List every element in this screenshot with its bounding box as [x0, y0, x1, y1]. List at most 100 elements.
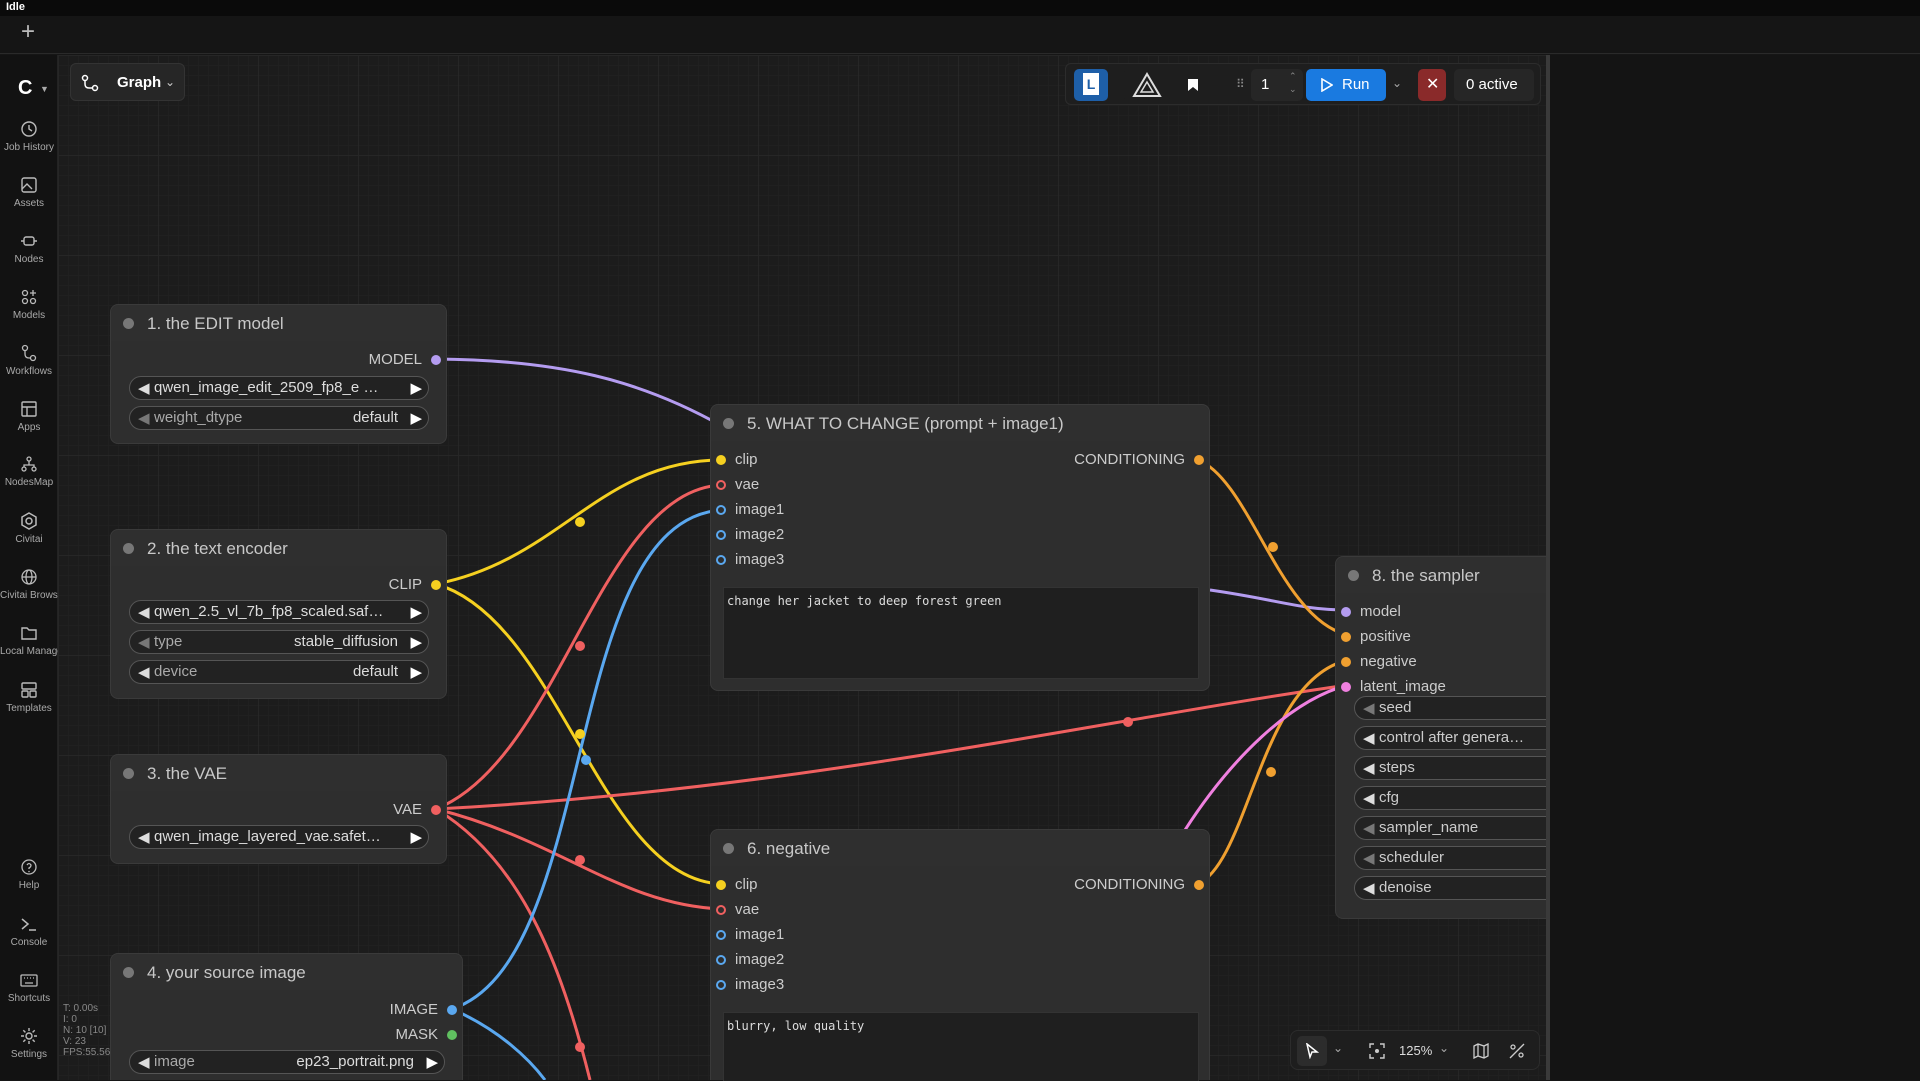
arrow-left-icon[interactable]: ◀: [1363, 789, 1375, 807]
output-slot-conditioning[interactable]: [1194, 880, 1204, 890]
arrow-left-icon[interactable]: ◀: [138, 633, 150, 651]
arrow-left-icon[interactable]: ◀: [138, 828, 150, 846]
node-vae[interactable]: 3. the VAE VAE ◀ qwen_image_layered_vae.s…: [110, 754, 447, 864]
input-slot-image1[interactable]: [716, 930, 726, 940]
node-source-image[interactable]: 4. your source image IMAGE MASK ◀ image ep…: [110, 953, 463, 1080]
triangle-button[interactable]: [1124, 69, 1170, 101]
input-slot-image2[interactable]: [716, 530, 726, 540]
node-edit-model[interactable]: 1. the EDIT model MODEL ◀ qwen_image_edit…: [110, 304, 447, 444]
collapse-dot[interactable]: [123, 543, 134, 554]
node-header[interactable]: 3. the VAE: [111, 755, 446, 791]
arrow-right-icon[interactable]: ▶: [410, 828, 422, 846]
minimap-icon[interactable]: [1473, 1043, 1489, 1059]
arrow-right-icon[interactable]: ▶: [410, 663, 422, 681]
arrow-left-icon[interactable]: ◀: [1363, 729, 1375, 747]
arrow-right-icon[interactable]: ▶: [410, 379, 422, 397]
graph-mode-button[interactable]: Graph ⌄: [70, 63, 185, 101]
output-slot-mask[interactable]: [447, 1030, 457, 1040]
arrow-right-icon[interactable]: ▶: [410, 633, 422, 651]
clip-name-combo[interactable]: ◀ qwen_2.5_vl_7b_fp8_scaled.saf… ▶: [129, 600, 429, 624]
arrow-left-icon[interactable]: ◀: [1363, 819, 1375, 837]
arrow-right-icon[interactable]: ▶: [410, 409, 422, 427]
arrow-left-icon[interactable]: ◀: [1363, 759, 1375, 777]
sidebar-item-assets[interactable]: Assets: [0, 176, 58, 226]
node-header[interactable]: 1. the EDIT model: [111, 305, 446, 341]
l-badge-button[interactable]: L: [1074, 69, 1108, 101]
link-midpoint[interactable]: [581, 755, 591, 765]
input-slot-negative[interactable]: [1341, 657, 1351, 667]
cancel-button[interactable]: ✕: [1418, 69, 1446, 101]
link-wire[interactable]: [435, 357, 723, 428]
sidebar-item-apps[interactable]: Apps: [0, 400, 58, 450]
link-midpoint[interactable]: [575, 729, 585, 739]
sidebar-item-templates[interactable]: Templates: [0, 681, 58, 731]
sidebar-item-job-history[interactable]: Job History: [0, 120, 58, 170]
sidebar-item-help[interactable]: Help: [0, 858, 58, 908]
link-wire[interactable]: [1209, 588, 1349, 612]
node-text-encoder[interactable]: 2. the text encoder CLIP ◀ qwen_2.5_vl_7b…: [110, 529, 447, 699]
collapse-dot[interactable]: [123, 318, 134, 329]
link-midpoint[interactable]: [1123, 717, 1133, 727]
arrow-right-icon[interactable]: ▶: [426, 1053, 438, 1071]
input-slot-image1[interactable]: [716, 505, 726, 515]
link-midpoint[interactable]: [575, 641, 585, 651]
input-slot-clip[interactable]: [716, 880, 726, 890]
output-slot-clip[interactable]: [431, 580, 441, 590]
chevron-down-icon[interactable]: ⌄: [1333, 1041, 1343, 1055]
sidebar-item-console[interactable]: Console: [0, 915, 58, 965]
link-midpoint[interactable]: [1266, 767, 1276, 777]
arrow-left-icon[interactable]: ◀: [1363, 699, 1375, 717]
input-slot-positive[interactable]: [1341, 632, 1351, 642]
arrow-left-icon[interactable]: ◀: [1363, 879, 1375, 897]
model-name-combo[interactable]: ◀ qwen_image_edit_2509_fp8_e … ▶: [129, 376, 429, 400]
collapse-dot[interactable]: [123, 768, 134, 779]
run-options-chevron-icon[interactable]: ⌄: [1392, 76, 1402, 90]
node-sampler[interactable]: 8. the sampler model positive negative late…: [1335, 556, 1546, 919]
sampler-widget-seed[interactable]: ◀ seed: [1354, 696, 1546, 720]
arrow-left-icon[interactable]: ◀: [138, 1053, 150, 1071]
arrow-right-icon[interactable]: ▶: [410, 603, 422, 621]
drag-handle-icon[interactable]: ⠿: [1236, 77, 1245, 91]
output-slot-image[interactable]: [447, 1005, 457, 1015]
collapse-dot[interactable]: [723, 418, 734, 429]
input-slot-model[interactable]: [1341, 607, 1351, 617]
link-midpoint[interactable]: [575, 1042, 585, 1052]
type-combo[interactable]: ◀ type stable_diffusion ▶: [129, 630, 429, 654]
sidebar-item-models[interactable]: Models: [0, 288, 58, 338]
arrow-left-icon[interactable]: ◀: [138, 663, 150, 681]
sidebar-item-workflows[interactable]: Workflows: [0, 344, 58, 394]
node-header[interactable]: 2. the text encoder: [111, 530, 446, 566]
fit-view-icon[interactable]: [1369, 1043, 1385, 1059]
run-button[interactable]: Run: [1306, 69, 1386, 101]
input-slot-clip[interactable]: [716, 455, 726, 465]
output-slot-conditioning[interactable]: [1194, 455, 1204, 465]
queue-count-stepper[interactable]: 1 ⌃ ⌄: [1251, 69, 1303, 101]
node-header[interactable]: 5. WHAT TO CHANGE (prompt + image1): [711, 405, 1209, 441]
sampler-widget-scheduler[interactable]: ◀ scheduler: [1354, 846, 1546, 870]
app-logo[interactable]: C: [18, 77, 32, 100]
arrow-left-icon[interactable]: ◀: [138, 379, 150, 397]
arrow-left-icon[interactable]: ◀: [138, 603, 150, 621]
sampler-widget-sampler-name[interactable]: ◀ sampler_name: [1354, 816, 1546, 840]
link-midpoint[interactable]: [575, 517, 585, 527]
output-slot-vae[interactable]: [431, 805, 441, 815]
prompt-textarea[interactable]: change her jacket to deep forest green: [723, 587, 1199, 679]
input-slot-image3[interactable]: [716, 980, 726, 990]
sidebar-item-shortcuts[interactable]: Shortcuts: [0, 971, 58, 1021]
bookmark-button[interactable]: [1176, 69, 1210, 101]
arrow-left-icon[interactable]: ◀: [1363, 849, 1375, 867]
zoom-level[interactable]: 125%: [1399, 1043, 1432, 1058]
vae-name-combo[interactable]: ◀ qwen_image_layered_vae.safet… ▶: [129, 825, 429, 849]
output-slot-model[interactable]: [431, 355, 441, 365]
new-tab-button[interactable]: +: [16, 20, 40, 45]
weight-dtype-combo[interactable]: ◀ weight_dtype default ▶: [129, 406, 429, 430]
link-wire[interactable]: [451, 1007, 547, 1080]
node-negative-prompt[interactable]: 6. negative clip vae image1 image2 image3 CO…: [710, 829, 1210, 1081]
sidebar-item-nodes[interactable]: Nodes: [0, 232, 58, 282]
sidebar-item-nodesmap[interactable]: NodesMap: [0, 455, 58, 505]
node-positive-prompt[interactable]: 5. WHAT TO CHANGE (prompt + image1) clip…: [710, 404, 1210, 691]
image-combo[interactable]: ◀ image ep23_portrait.png ▶: [129, 1050, 445, 1074]
node-header[interactable]: 6. negative: [711, 830, 1209, 866]
sidebar-item-local-manager[interactable]: Local Manager: [0, 624, 58, 674]
stepper-arrows-icon[interactable]: ⌃ ⌄: [1289, 70, 1297, 96]
